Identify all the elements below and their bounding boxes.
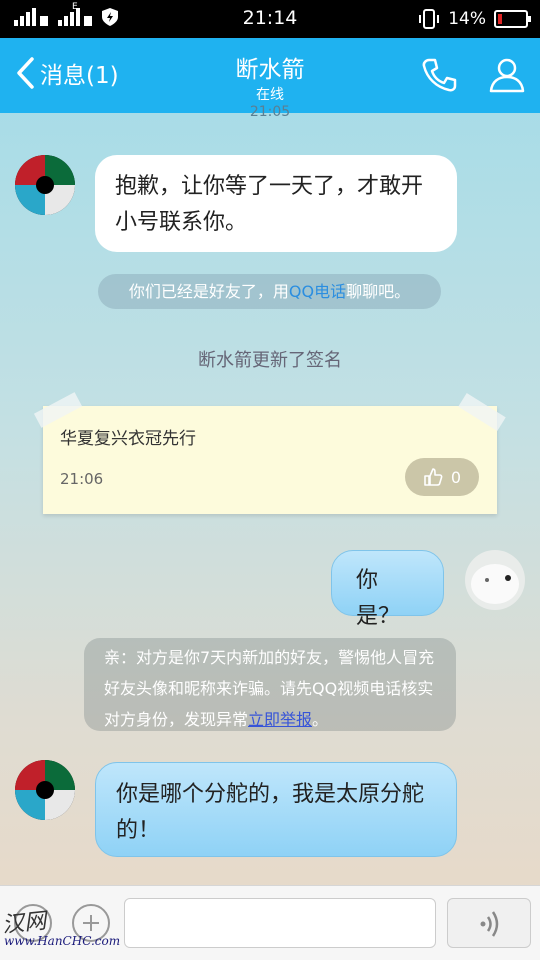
report-link[interactable]: 立即举报 [248,710,312,729]
contact-avatar[interactable] [15,155,75,215]
my-avatar[interactable] [465,550,525,610]
signature-text: 华夏复兴衣冠先行 [60,429,196,449]
friend-hint: 你们已经是好友了，用QQ电话聊聊吧。 [98,274,441,309]
vibrate-icon [419,9,440,29]
online-status: 在线 [256,87,284,103]
security-warning: 亲：对方是你7天内新加的好友，警惕他人冒充好友头像和昵称来诈骗。请先QQ视频电话… [84,638,456,731]
message-timestamp: 21:05 [249,104,291,120]
message-bubble-sent[interactable]: 你是？ [331,550,444,629]
message-bubble-received-2[interactable]: 你是哪个分舵的，我是太原分舵的！ [95,762,457,857]
contact-name[interactable]: 断水箭 [0,50,540,84]
like-count: 0 [450,467,462,487]
thumbs-up-icon [424,468,443,486]
battery-percent: 14% [448,9,486,29]
signature-time: 21:06 [60,470,104,488]
watermark-url: www.HanCHC.com [4,934,121,948]
voice-icon [480,911,499,937]
friend-hint-text: 你们已经是好友了，用 [128,282,289,301]
tape-decoration [33,392,83,428]
input-bar [0,885,540,960]
tape-decoration-right [458,393,506,431]
status-bar: E 21:14 14% [0,0,540,38]
profile-icon[interactable] [488,56,526,94]
signature-card[interactable]: 华夏复兴衣冠先行 21:06 0 [33,392,506,514]
like-button[interactable]: 0 [405,458,479,496]
chat-header: 消息(1) 断水箭 在线 [0,38,540,113]
status-right: 14% [418,8,531,30]
qq-call-link[interactable]: QQ电话 [289,282,346,301]
voice-button[interactable] [447,898,531,948]
friend-hint-text-end: 聊聊吧。 [346,282,411,301]
message-input[interactable] [124,898,436,948]
signature-notice: 断水箭更新了签名 [198,350,342,371]
battery-icon [494,10,531,28]
contact-avatar-2[interactable] [15,760,75,820]
message-bubble-received[interactable]: 抱歉，让你等了一天了，才敢开小号联系你。 [95,155,457,252]
phone-icon[interactable] [420,56,458,94]
security-warning-end: 。 [312,710,329,729]
